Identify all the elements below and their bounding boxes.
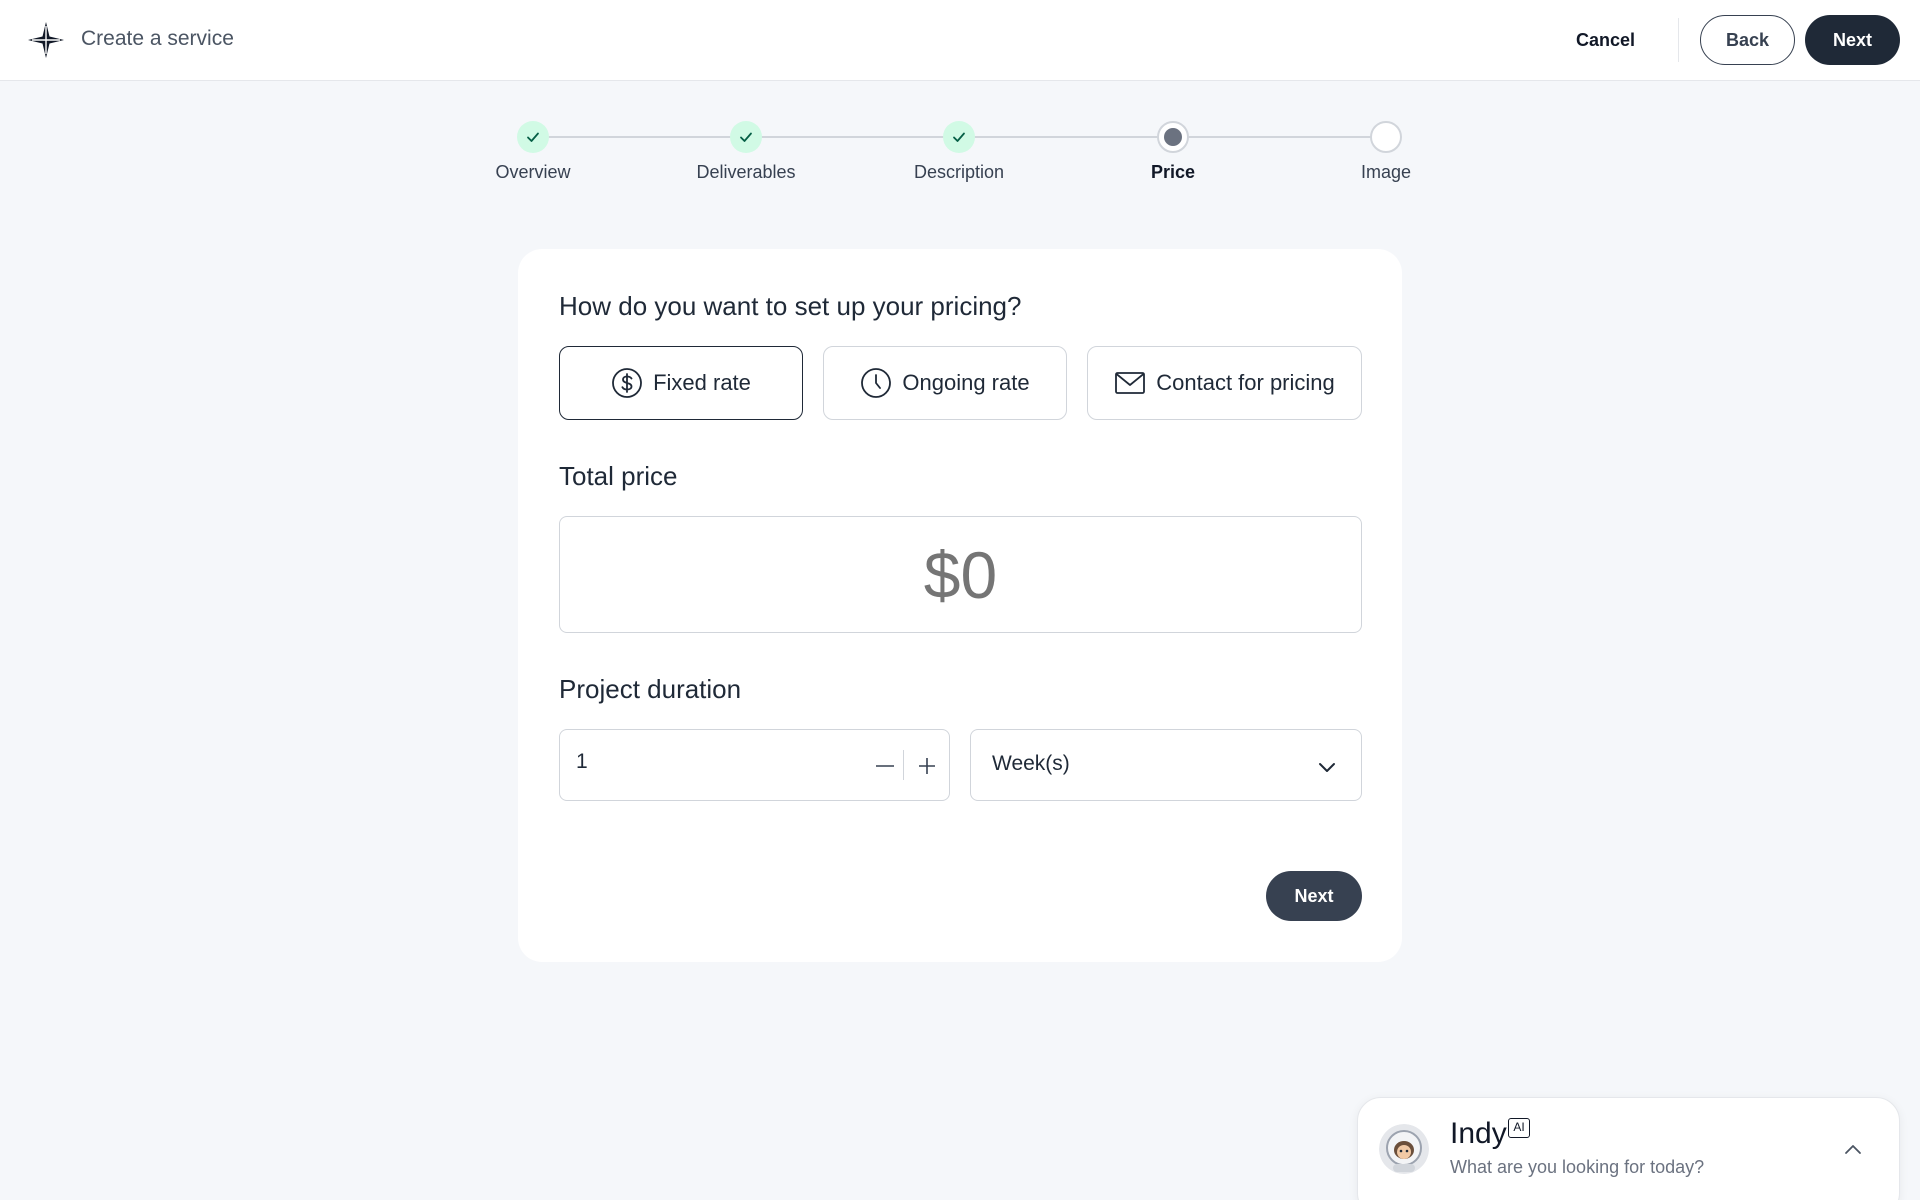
step-label: Price: [1150, 162, 1196, 182]
step-overview[interactable]: Overview: [453, 121, 613, 183]
logo-icon: [28, 22, 64, 58]
pricing-card: How do you want to set up your pricing? …: [518, 249, 1402, 962]
total-price-input[interactable]: [559, 516, 1362, 633]
fixed-rate-option[interactable]: Fixed rate: [559, 346, 803, 420]
mail-icon: [1115, 372, 1146, 394]
step-image[interactable]: Image: [1306, 121, 1466, 183]
empty-circle-icon: [1370, 121, 1402, 153]
contact-for-pricing-option[interactable]: Contact for pricing: [1087, 346, 1362, 420]
total-price-label: Total price: [559, 461, 678, 491]
ongoing-rate-option[interactable]: Ongoing rate: [823, 346, 1067, 420]
step-label: Description: [913, 162, 1005, 182]
increment-button[interactable]: [911, 750, 943, 782]
chevron-down-icon: [1319, 763, 1335, 772]
option-label: Contact for pricing: [1156, 370, 1335, 395]
back-button[interactable]: Back: [1700, 15, 1795, 65]
cancel-button[interactable]: Cancel: [1576, 24, 1635, 56]
step-description[interactable]: Description: [879, 121, 1039, 183]
minus-icon: [876, 765, 894, 767]
step-label: Overview: [495, 162, 571, 182]
select-value: Week(s): [992, 752, 1070, 775]
duration-stepper: [559, 729, 950, 801]
assistant-name: Indy: [1450, 1117, 1507, 1150]
step-label: Deliverables: [696, 162, 796, 182]
current-step-icon: [1157, 121, 1189, 153]
ai-badge: AI: [1508, 1118, 1530, 1138]
check-icon: [517, 121, 549, 153]
page-title: Create a service: [81, 27, 234, 50]
ai-chat-widget[interactable]: Indy AI What are you looking for today?: [1357, 1097, 1900, 1200]
check-icon: [943, 121, 975, 153]
clock-icon: [861, 368, 892, 398]
step-price[interactable]: Price: [1093, 121, 1253, 183]
next-button-header[interactable]: Next: [1805, 15, 1900, 65]
pricing-question: How do you want to set up your pricing?: [559, 291, 1022, 321]
stepper-divider: [903, 750, 904, 780]
dollar-circle-icon: [612, 368, 642, 398]
project-duration-label: Project duration: [559, 674, 742, 704]
decrement-button[interactable]: [869, 750, 901, 782]
duration-input[interactable]: [576, 750, 776, 774]
chevron-up-icon[interactable]: [1841, 1138, 1865, 1162]
avatar: [1379, 1124, 1429, 1174]
step-deliverables[interactable]: Deliverables: [666, 121, 826, 183]
check-icon: [730, 121, 762, 153]
top-header: Create a service Cancel Back Next: [0, 0, 1920, 81]
duration-unit-select[interactable]: Week(s): [970, 729, 1362, 801]
option-label: Ongoing rate: [902, 370, 1030, 395]
option-label: Fixed rate: [653, 370, 751, 395]
step-label: Image: [1360, 162, 1412, 182]
header-divider: [1678, 18, 1679, 62]
assistant-prompt: What are you looking for today?: [1450, 1157, 1705, 1177]
next-button[interactable]: Next: [1266, 871, 1362, 921]
plus-icon: [919, 758, 935, 774]
